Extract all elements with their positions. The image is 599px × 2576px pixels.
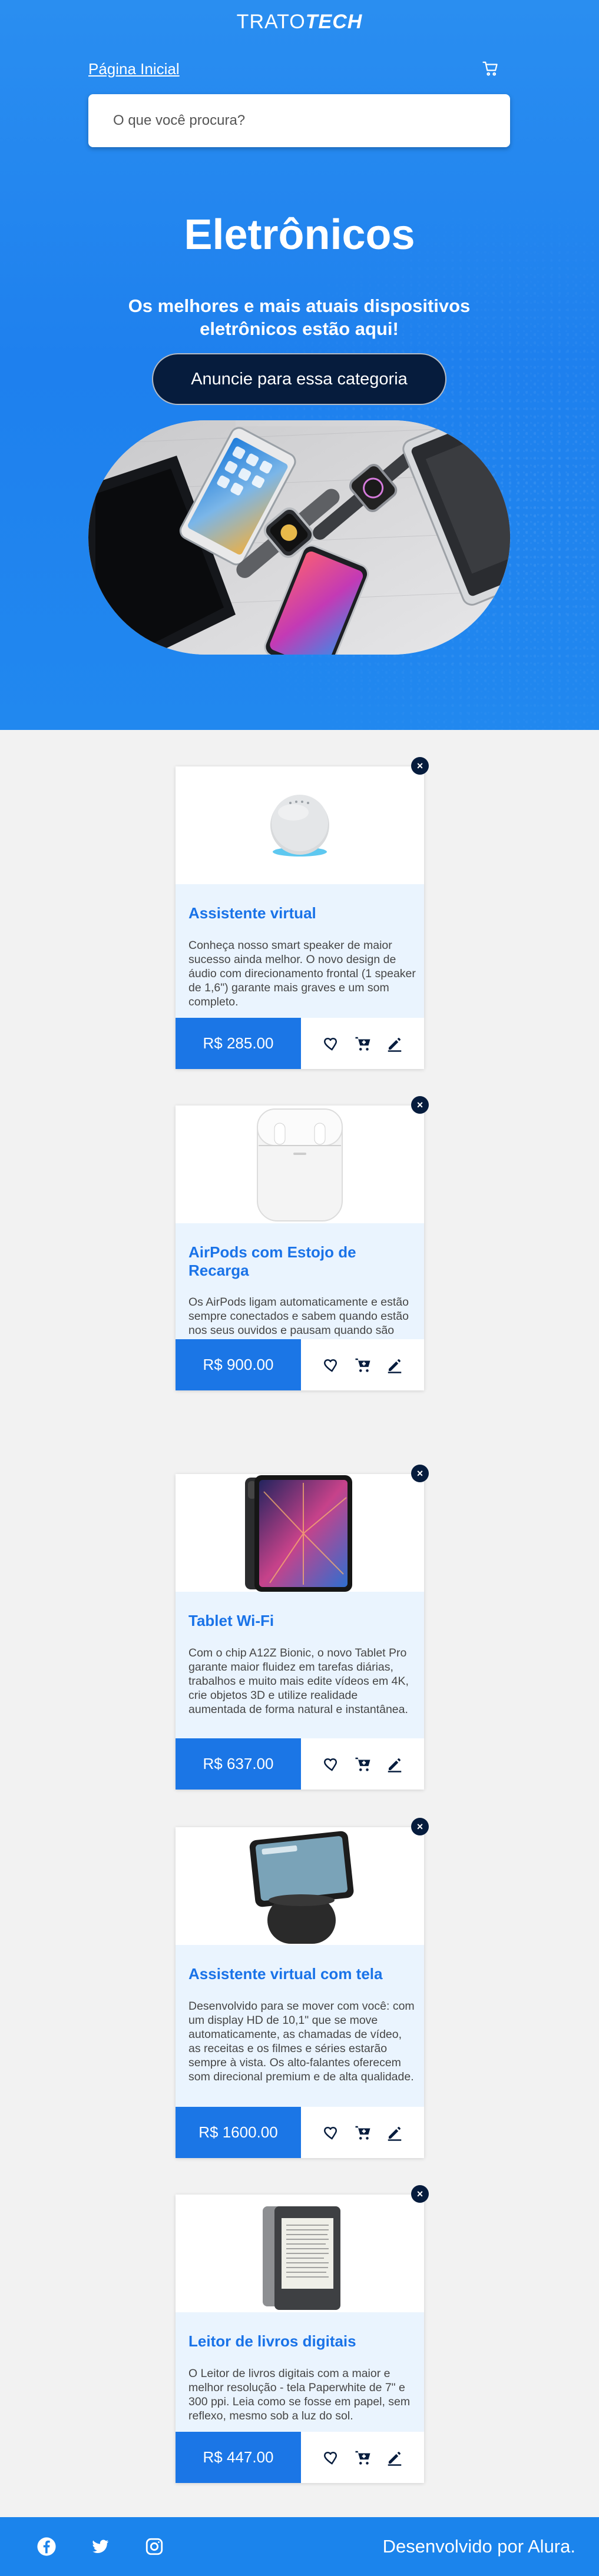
footer-credit: Desenvolvido por Alura. <box>382 2536 575 2557</box>
product-actions <box>301 2432 424 2483</box>
product-image <box>176 1106 424 1223</box>
product-card: AirPods com Estojo de Recarga Os AirPods … <box>176 1106 424 1390</box>
product-name: Tablet Wi-Fi <box>188 1612 274 1629</box>
product-description: Desenvolvido para se mover com você: com… <box>188 2000 415 2083</box>
delete-product-button[interactable]: × <box>411 2185 429 2203</box>
cart-icon[interactable] <box>482 60 499 78</box>
product-actions <box>301 1339 424 1390</box>
product-name: AirPods com Estojo de Recarga <box>188 1243 356 1279</box>
product-card: Assistente virtual Conheça nosso smart sp… <box>176 766 424 1069</box>
cart-icon[interactable] <box>354 2449 372 2467</box>
delete-product-button[interactable]: × <box>411 757 429 775</box>
product-description: Conheça nosso smart speaker de maior suc… <box>188 939 416 1008</box>
product-actions <box>301 1018 424 1069</box>
product-image <box>176 1474 424 1592</box>
heart-icon[interactable] <box>322 2449 339 2467</box>
product-description: O Leitor de livros digitais com a maior … <box>188 2367 411 2422</box>
cart-icon[interactable] <box>354 1035 372 1053</box>
hero-image <box>88 420 510 655</box>
heart-icon[interactable] <box>322 1755 339 1773</box>
product-price: R$ 637.00 <box>176 1738 301 1790</box>
hero-subtitle: Os melhores e mais atuais dispositivos e… <box>128 296 471 339</box>
twitter-icon[interactable] <box>90 2537 110 2557</box>
product-name: Assistente virtual <box>188 904 316 922</box>
product-image <box>176 766 424 884</box>
product-price: R$ 1600.00 <box>176 2107 301 2158</box>
advertise-button[interactable]: Anuncie para essa categoria <box>152 353 446 405</box>
heart-icon[interactable] <box>322 1356 339 1374</box>
product-actions <box>301 1738 424 1790</box>
cart-icon[interactable] <box>354 1755 372 1773</box>
product-name: Leitor de livros digitais <box>188 2332 356 2350</box>
pencil-icon[interactable] <box>386 2449 403 2467</box>
cart-icon[interactable] <box>354 2124 372 2142</box>
delete-product-button[interactable]: × <box>411 1818 429 1835</box>
search-input[interactable] <box>88 94 510 147</box>
hero-section: TRATOTECH Página Inicial Eletrônicos Os … <box>0 0 599 730</box>
product-image <box>176 1827 424 1945</box>
product-description: Com o chip A12Z Bionic, o novo Tablet Pr… <box>188 1646 409 1716</box>
logo[interactable]: TRATOTECH <box>0 11 599 34</box>
product-image <box>176 2195 424 2312</box>
delete-product-button[interactable]: × <box>411 1096 429 1114</box>
page-title: Eletrônicos <box>184 211 415 258</box>
pencil-icon[interactable] <box>386 1035 403 1053</box>
pencil-icon[interactable] <box>386 1755 403 1773</box>
product-price: R$ 447.00 <box>176 2432 301 2483</box>
product-price: R$ 285.00 <box>176 1018 301 1069</box>
pencil-icon[interactable] <box>386 1356 403 1374</box>
instagram-icon[interactable] <box>144 2537 164 2557</box>
home-link[interactable]: Página Inicial <box>88 60 180 78</box>
product-card: Leitor de livros digitais O Leitor de liv… <box>176 2195 424 2483</box>
pencil-icon[interactable] <box>386 2124 403 2142</box>
product-card: Tablet Wi-Fi Com o chip A12Z Bionic, o no… <box>176 1474 424 1790</box>
delete-product-button[interactable]: × <box>411 1465 429 1482</box>
heart-icon[interactable] <box>322 2124 339 2142</box>
footer: Desenvolvido por Alura. <box>0 2517 599 2576</box>
product-actions <box>301 2107 424 2158</box>
facebook-icon[interactable] <box>37 2537 57 2557</box>
cart-icon[interactable] <box>354 1356 372 1374</box>
product-name: Assistente virtual com tela <box>188 1965 383 1983</box>
heart-icon[interactable] <box>322 1035 339 1053</box>
search-box <box>88 94 510 147</box>
product-card: Assistente virtual com tela Desenvolvido … <box>176 1827 424 2158</box>
product-price: R$ 900.00 <box>176 1339 301 1390</box>
